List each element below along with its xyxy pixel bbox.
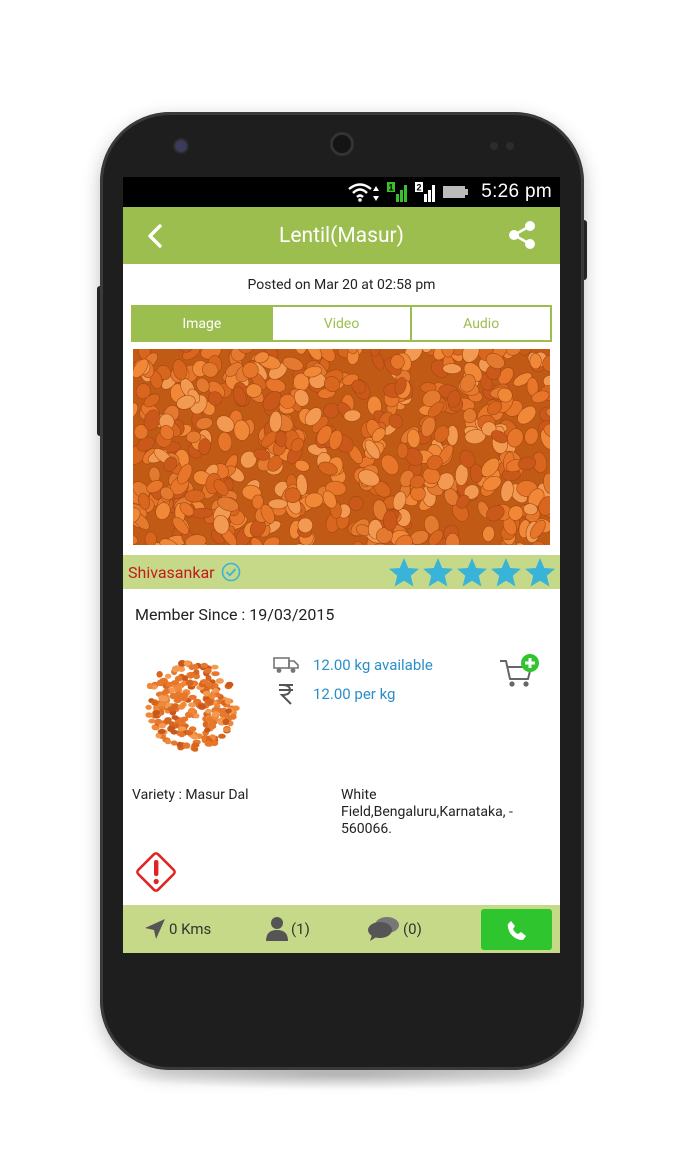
star-icon: [389, 558, 419, 587]
front-camera: [175, 140, 187, 152]
tab-image[interactable]: Image: [133, 307, 271, 340]
proximity-sensor: [490, 142, 498, 150]
check-circle-icon: [221, 562, 241, 582]
seller-address: White Field,Bengaluru,Karnataka, - 56006…: [341, 787, 513, 837]
status-bar: 1 2 5:26 pm: [123, 177, 560, 207]
quantity-row: 12.00 kg available: [273, 655, 433, 675]
distance-label: 0 Kms: [169, 920, 212, 938]
tab-video[interactable]: Video: [270, 307, 411, 340]
star-icon: [525, 558, 555, 587]
price-row: 12.00 per kg: [273, 684, 396, 705]
light-sensor: [506, 142, 514, 150]
battery-icon: [443, 182, 469, 202]
member-since: Member Since : 19/03/2015: [135, 605, 335, 624]
app-toolbar: Lentil(Masur): [123, 207, 560, 264]
price-per-kg: 12.00 per kg: [313, 685, 396, 703]
page-title: Lentil(Masur): [279, 223, 404, 248]
phone-icon: [507, 920, 526, 940]
followers-item[interactable]: (1): [265, 905, 310, 953]
bottom-action-bar: 0 Kms (1) (0): [123, 905, 560, 953]
sim1-label: 1: [389, 183, 394, 193]
chat-bubbles-icon: [368, 917, 399, 941]
report-warning-icon[interactable]: [133, 849, 179, 895]
posted-date: Posted on Mar 20 at 02:58 pm: [247, 277, 436, 293]
followers-count: (1): [291, 920, 310, 938]
chevron-left-icon[interactable]: [145, 223, 165, 249]
clock: 5:26 pm: [481, 181, 552, 202]
call-button[interactable]: [481, 909, 552, 950]
wifi-icon: [347, 182, 381, 202]
rating-stars: [388, 557, 556, 589]
sim2-signal-icon: 2: [415, 182, 437, 202]
tab-audio[interactable]: Audio: [410, 307, 551, 340]
sim1-signal-icon: 1: [387, 182, 409, 202]
app-screen: 1 2 5:26 pm Lentil(Masur) Posted on Mar …: [123, 177, 560, 953]
star-icon: [457, 558, 487, 587]
sim2-label: 2: [417, 183, 422, 193]
star-icon: [491, 558, 521, 587]
media-tabs: Image Video Audio: [131, 305, 552, 342]
product-thumbnail: [137, 649, 245, 761]
navigation-arrow-icon: [145, 919, 165, 939]
product-image[interactable]: [133, 349, 550, 545]
comments-count: (0): [403, 920, 422, 938]
product-variety: Variety : Masur Dal: [132, 787, 249, 803]
earpiece-speaker: [330, 132, 354, 156]
comments-item[interactable]: (0): [367, 905, 422, 953]
seller-bar: Shivasankar: [123, 555, 560, 589]
distance-item[interactable]: 0 Kms: [143, 905, 211, 953]
rupee-icon: [273, 684, 299, 705]
quantity-available: 12.00 kg available: [313, 656, 433, 674]
seller-name[interactable]: Shivasankar: [128, 563, 215, 582]
share-icon[interactable]: [506, 219, 538, 251]
add-to-cart-icon[interactable]: [498, 653, 540, 691]
user-icon: [266, 917, 288, 941]
star-icon: [423, 558, 453, 587]
truck-icon: [273, 655, 299, 675]
